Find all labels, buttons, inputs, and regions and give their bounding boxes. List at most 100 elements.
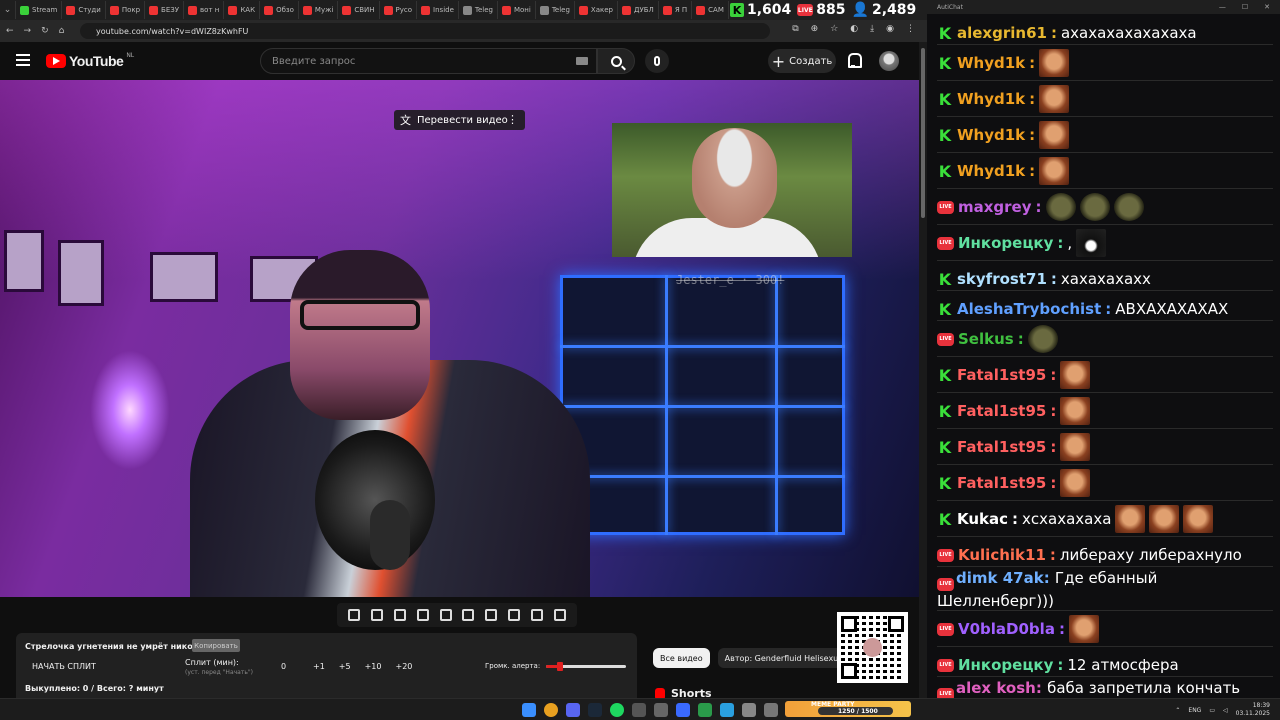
increment-button[interactable]: +5 bbox=[339, 662, 351, 671]
language-indicator[interactable]: ENG bbox=[1188, 707, 1201, 714]
browser-tab[interactable]: Teleg bbox=[459, 1, 498, 19]
chat-username[interactable]: Kukac bbox=[957, 510, 1008, 528]
chip-author[interactable]: Автор: Genderfluid Helisexua bbox=[717, 648, 851, 668]
browser-tab[interactable]: Хакер bbox=[575, 1, 618, 19]
bookmark-star-icon[interactable]: ☆ bbox=[830, 24, 838, 34]
meme-party-widget[interactable]: MEME PARTY 1250 / 1500 bbox=[785, 701, 911, 717]
app-icon[interactable] bbox=[676, 703, 690, 717]
browser-tab[interactable]: СВИН bbox=[338, 1, 380, 19]
chat-username[interactable]: Whyd1k bbox=[957, 162, 1025, 180]
app-icon[interactable] bbox=[764, 703, 778, 717]
browser-tab[interactable]: БЕЗУ bbox=[145, 1, 185, 19]
chat-username[interactable]: Whyd1k bbox=[957, 90, 1025, 108]
camera-icon[interactable] bbox=[530, 609, 543, 621]
chat-username[interactable]: Fatal1st95 bbox=[957, 402, 1046, 420]
screenshot-icon[interactable] bbox=[393, 609, 406, 621]
chat-username[interactable]: alex kosh bbox=[956, 679, 1036, 697]
chrome-icon[interactable] bbox=[544, 703, 558, 717]
app-icon[interactable] bbox=[742, 703, 756, 717]
reload-icon[interactable]: ↻ bbox=[41, 26, 49, 36]
chat-username[interactable]: Selkus bbox=[958, 330, 1014, 348]
loop-icon[interactable] bbox=[348, 609, 361, 621]
chat-username[interactable]: skyfrost71 bbox=[957, 270, 1047, 288]
minimize-icon[interactable]: — bbox=[1219, 3, 1226, 11]
hamburger-menu-icon[interactable] bbox=[16, 54, 30, 66]
video-player[interactable]: 文 Перевести видео ⋮ Jester_e · 300! bbox=[0, 80, 919, 597]
create-button[interactable]: + Создать bbox=[768, 49, 836, 73]
telegram-icon[interactable] bbox=[720, 703, 734, 717]
chat-username[interactable]: Whyd1k bbox=[957, 126, 1025, 144]
zoom-icon[interactable]: ⊕ bbox=[811, 24, 819, 34]
menu-icon[interactable]: ⋮ bbox=[906, 24, 915, 34]
browser-tab[interactable]: Teleg bbox=[536, 1, 575, 19]
volume-icon[interactable]: ◁ bbox=[1223, 707, 1228, 714]
chat-username[interactable]: Инкорецку bbox=[958, 656, 1053, 674]
browser-tab[interactable]: Покр bbox=[106, 1, 146, 19]
app-icon[interactable] bbox=[698, 703, 712, 717]
copy-button[interactable]: Копировать bbox=[192, 639, 240, 652]
slider-handle[interactable] bbox=[557, 662, 564, 671]
home-icon[interactable]: ⌂ bbox=[59, 26, 65, 36]
chat-username[interactable]: maxgrey bbox=[958, 198, 1032, 216]
chat-username[interactable]: dimk 47ak bbox=[956, 569, 1044, 587]
install-icon[interactable]: ⧉ bbox=[792, 24, 798, 34]
close-icon[interactable]: ✕ bbox=[1264, 3, 1270, 11]
notifications-bell-icon[interactable] bbox=[846, 53, 862, 68]
scrollbar-thumb[interactable] bbox=[921, 48, 925, 218]
pip-icon[interactable] bbox=[507, 609, 520, 621]
browser-tab[interactable]: Моні bbox=[498, 1, 536, 19]
browser-tab[interactable]: ДУБЛ bbox=[618, 1, 659, 19]
browser-tab[interactable]: Студи bbox=[62, 1, 106, 19]
app-icon[interactable] bbox=[654, 703, 668, 717]
steam-icon[interactable] bbox=[588, 703, 602, 717]
translate-video-button[interactable]: 文 Перевести видео ⋮ bbox=[394, 110, 525, 130]
alert-volume-slider[interactable] bbox=[546, 662, 626, 671]
page-scrollbar[interactable] bbox=[919, 42, 927, 698]
chat-username[interactable]: Fatal1st95 bbox=[957, 474, 1046, 492]
chat-username[interactable]: Инкорецку bbox=[958, 234, 1053, 252]
browser-tab[interactable]: Русо bbox=[380, 1, 418, 19]
avatar[interactable] bbox=[879, 51, 899, 71]
increment-button[interactable]: +1 bbox=[313, 662, 325, 671]
clip-icon[interactable] bbox=[416, 609, 429, 621]
browser-tab[interactable]: вот н bbox=[184, 1, 225, 19]
settings-gear-icon[interactable] bbox=[553, 609, 566, 621]
tab-list-button[interactable]: ⌄ bbox=[0, 1, 16, 19]
more-options-icon[interactable]: ⋮ bbox=[507, 113, 518, 126]
browser-tab[interactable]: Inside bbox=[417, 1, 459, 19]
increment-button[interactable]: +10 bbox=[365, 662, 382, 671]
voice-search-button[interactable] bbox=[645, 49, 669, 73]
url-field[interactable]: youtube.com/watch?v=dWIZ8zKwhFU bbox=[80, 23, 770, 39]
network-icon[interactable]: ▭ bbox=[1209, 707, 1215, 714]
chat-username[interactable]: Whyd1k bbox=[957, 54, 1025, 72]
browser-tab[interactable]: Stream bbox=[16, 1, 63, 19]
discord-icon[interactable] bbox=[566, 703, 580, 717]
chat-username[interactable]: AleshaTrybochist bbox=[957, 300, 1101, 318]
obs-icon[interactable] bbox=[632, 703, 646, 717]
split-value[interactable]: 0 bbox=[281, 662, 286, 671]
clock[interactable]: 18:39 03.11.2025 bbox=[1236, 702, 1270, 718]
increment-button[interactable]: +20 bbox=[395, 662, 412, 671]
browser-tab[interactable]: Мужі bbox=[299, 1, 339, 19]
speed-icon[interactable] bbox=[485, 609, 498, 621]
chat-username[interactable]: V0blaD0bla bbox=[958, 620, 1055, 638]
browser-tab[interactable]: САМ bbox=[692, 1, 729, 19]
extension-icon[interactable]: ◐ bbox=[850, 24, 858, 34]
audio-icon[interactable] bbox=[371, 609, 384, 621]
chip-all-videos[interactable]: Все видео bbox=[653, 648, 710, 668]
spotify-icon[interactable] bbox=[610, 703, 624, 717]
profile-icon[interactable]: ◉ bbox=[886, 24, 894, 34]
frame-icon[interactable] bbox=[462, 609, 475, 621]
download-icon[interactable]: ⤓ bbox=[870, 24, 874, 34]
chat-username[interactable]: Fatal1st95 bbox=[957, 438, 1046, 456]
start-split-button[interactable]: НАЧАТЬ СПЛИТ bbox=[32, 662, 96, 671]
search-input[interactable]: Введите запрос bbox=[260, 48, 597, 74]
forward-icon[interactable]: → bbox=[24, 26, 32, 36]
keyboard-icon[interactable] bbox=[576, 57, 588, 65]
aspect-icon[interactable] bbox=[439, 609, 452, 621]
browser-tab[interactable]: КАК bbox=[224, 1, 261, 19]
back-icon[interactable]: ← bbox=[6, 26, 14, 36]
start-icon[interactable] bbox=[522, 703, 536, 717]
youtube-logo[interactable]: YouTube NL bbox=[46, 52, 134, 69]
chat-username[interactable]: Kulichik11 bbox=[958, 546, 1046, 564]
